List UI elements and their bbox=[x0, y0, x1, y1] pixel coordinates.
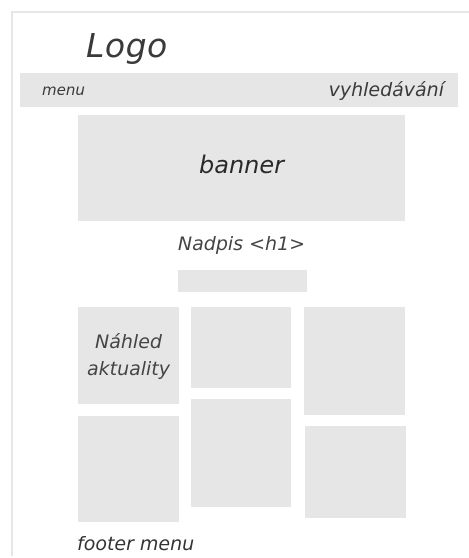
footer-menu[interactable]: footer menu bbox=[77, 530, 194, 558]
news-preview-tile[interactable] bbox=[78, 416, 179, 522]
news-preview-tile[interactable] bbox=[305, 426, 406, 518]
news-preview-tile[interactable] bbox=[191, 399, 291, 507]
news-preview-label-line1: Náhled bbox=[95, 330, 162, 353]
page-heading: Nadpis <h1> bbox=[177, 233, 306, 255]
news-preview-tile[interactable] bbox=[304, 307, 405, 415]
banner[interactable]: banner bbox=[78, 115, 405, 221]
site-logo[interactable]: Logo bbox=[86, 26, 168, 66]
news-preview-tile[interactable]: Náhled aktuality bbox=[78, 307, 179, 404]
menu-link[interactable]: menu bbox=[42, 73, 85, 107]
navigation-bar: menu vyhledávání bbox=[20, 73, 458, 107]
news-preview-label-line2: aktuality bbox=[86, 357, 171, 380]
banner-label: banner bbox=[199, 151, 284, 179]
search-link[interactable]: vyhledávání bbox=[329, 73, 444, 107]
subheading-placeholder bbox=[178, 270, 307, 292]
news-preview-tile[interactable] bbox=[191, 307, 291, 388]
